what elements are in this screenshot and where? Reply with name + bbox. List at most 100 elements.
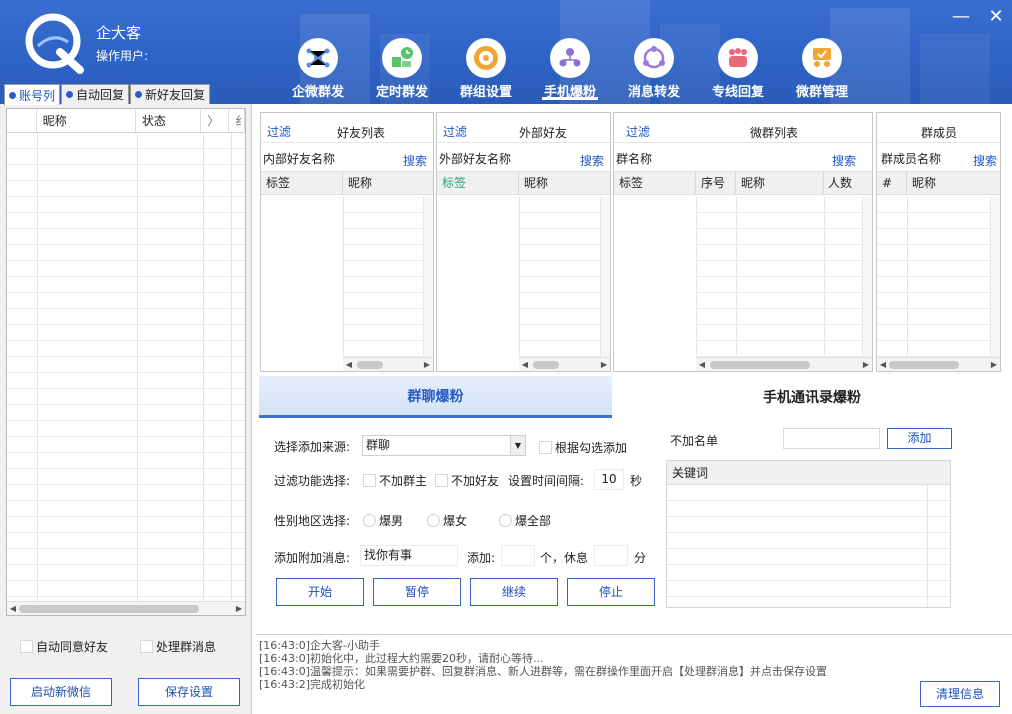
scroll-thumb[interactable]: [533, 361, 559, 369]
stop-button[interactable]: 停止: [567, 578, 655, 606]
no-owner-checkbox[interactable]: 不加群主: [363, 472, 427, 489]
external-friends-list[interactable]: [437, 197, 600, 357]
account-table[interactable]: 昵称 状态 〉 纟 ◀ ▶: [6, 108, 246, 616]
no-friend-checkbox[interactable]: 不加好友: [435, 472, 499, 489]
app-logo-icon: [25, 13, 84, 74]
tab-new-friend-reply[interactable]: 新好友回复: [130, 84, 211, 104]
tab-dot-icon: [9, 91, 16, 99]
tab-label: 自动回复: [76, 88, 125, 102]
col-nickname[interactable]: 昵称: [519, 172, 609, 194]
group-settings-icon: [466, 38, 506, 78]
col-extra-2[interactable]: 纟: [229, 109, 245, 132]
nav-message-forward[interactable]: 消息转发: [612, 38, 696, 104]
interval-input[interactable]: 10: [594, 469, 624, 490]
group-fans-form: 选择添加来源: 群聊 ▼ 根据勾选添加 过滤功能选择: 不加群主 不加好友 设置…: [259, 418, 1012, 632]
start-button[interactable]: 开始: [276, 578, 364, 606]
external-hscroll[interactable]: ◀ ▶: [519, 357, 610, 371]
chevron-down-icon[interactable]: ▼: [510, 436, 525, 455]
col-extra[interactable]: 〉: [201, 109, 230, 132]
minimize-button[interactable]: —: [950, 6, 972, 28]
blacklist-label: 不加名单: [670, 434, 719, 448]
members-search-button[interactable]: 搜索: [973, 152, 997, 169]
scroll-right-icon[interactable]: ▶: [421, 358, 433, 371]
tab-account-list[interactable]: 账号列: [4, 84, 61, 105]
scroll-left-icon[interactable]: ◀: [696, 358, 708, 371]
members-hscroll[interactable]: ◀ ▶: [877, 357, 1000, 371]
col-hash[interactable]: #: [877, 172, 907, 194]
blacklist-add-button[interactable]: 添加: [887, 428, 952, 449]
tab-contacts-fans[interactable]: 手机通讯录爆粉: [612, 376, 1012, 418]
female-radio[interactable]: 爆女: [427, 512, 467, 529]
col-tag[interactable]: 标签: [261, 172, 343, 194]
tab-group-chat-fans[interactable]: 群聊爆粉: [259, 376, 612, 418]
friends-vscroll[interactable]: [423, 197, 433, 357]
close-button[interactable]: ✕: [985, 6, 1007, 28]
col-tag[interactable]: 标签: [437, 172, 519, 194]
nav-mass-send[interactable]: 企微群发: [276, 38, 360, 104]
nav-group-manage[interactable]: 微群管理: [780, 38, 864, 104]
scroll-right-icon[interactable]: ▶: [988, 358, 1000, 371]
members-list[interactable]: [877, 197, 990, 357]
groups-list[interactable]: [614, 197, 862, 357]
scroll-right-icon[interactable]: ▶: [860, 358, 872, 371]
clear-log-button[interactable]: 清理信息: [920, 681, 1000, 707]
nav-dedicated-reply[interactable]: 专线回复: [696, 38, 780, 104]
external-vscroll[interactable]: [600, 197, 610, 357]
col-count[interactable]: 人数: [824, 172, 872, 194]
scroll-thumb[interactable]: [889, 361, 959, 369]
scroll-right-icon[interactable]: ▶: [598, 358, 610, 371]
nav-label: 企微群发: [291, 85, 344, 100]
pause-button[interactable]: 暂停: [373, 578, 461, 606]
friends-search-button[interactable]: 搜索: [403, 152, 427, 169]
friends-hscroll[interactable]: ◀ ▶: [343, 357, 433, 371]
groups-hscroll[interactable]: ◀ ▶: [696, 357, 872, 371]
nav-label: 定时群发: [375, 85, 428, 100]
col-nickname[interactable]: 昵称: [736, 172, 824, 194]
male-radio[interactable]: 爆男: [363, 512, 403, 529]
external-search-button[interactable]: 搜索: [580, 152, 604, 169]
keyword-list[interactable]: 关键词: [666, 460, 951, 608]
rest-minutes-input[interactable]: [594, 545, 628, 566]
scroll-right-icon[interactable]: ▶: [233, 602, 245, 615]
col-nickname[interactable]: 昵称: [343, 172, 433, 194]
col-index[interactable]: 序号: [696, 172, 736, 194]
col-nickname[interactable]: 昵称: [37, 109, 136, 132]
scroll-left-icon[interactable]: ◀: [519, 358, 531, 371]
handle-group-checkbox[interactable]: 处理群消息: [140, 638, 216, 655]
nav-group-settings[interactable]: 群组设置: [444, 38, 528, 104]
source-select[interactable]: 群聊 ▼: [362, 435, 526, 456]
source-label: 选择添加来源:: [274, 440, 351, 454]
all-radio[interactable]: 爆全部: [499, 512, 551, 529]
tab-auto-reply[interactable]: 自动回复: [61, 84, 130, 104]
friends-list[interactable]: [261, 197, 423, 357]
blacklist-input[interactable]: [783, 428, 880, 449]
col-status[interactable]: 状态: [136, 109, 202, 132]
groups-filter-link[interactable]: 过滤: [626, 123, 650, 140]
tab-dot-icon: [66, 91, 74, 98]
external-filter-link[interactable]: 过滤: [443, 123, 467, 140]
add-count-input[interactable]: [501, 545, 535, 566]
scroll-thumb[interactable]: [19, 605, 199, 613]
groups-vscroll[interactable]: [862, 197, 872, 357]
nav-scheduled-send[interactable]: 定时群发: [360, 38, 444, 104]
start-wechat-button[interactable]: 启动新微信: [10, 678, 112, 706]
save-settings-button[interactable]: 保存设置: [138, 678, 240, 706]
scroll-thumb[interactable]: [710, 361, 810, 369]
col-tag[interactable]: 标签: [614, 172, 696, 194]
members-vscroll[interactable]: [990, 197, 1000, 357]
scroll-left-icon[interactable]: ◀: [343, 358, 355, 371]
account-table-hscroll[interactable]: ◀ ▶: [7, 601, 245, 615]
scroll-thumb[interactable]: [357, 361, 383, 369]
col-nickname[interactable]: 昵称: [907, 172, 999, 194]
scroll-left-icon[interactable]: ◀: [877, 358, 889, 371]
groups-search-button[interactable]: 搜索: [832, 152, 856, 169]
gender-label: 性别地区选择:: [274, 514, 351, 528]
friends-filter-link[interactable]: 过滤: [267, 123, 291, 140]
by-check-checkbox[interactable]: 根据勾选添加: [539, 439, 627, 456]
resume-button[interactable]: 继续: [470, 578, 558, 606]
app-title: 企大客: [96, 24, 142, 42]
message-input[interactable]: 找你有事: [360, 545, 458, 566]
scroll-left-icon[interactable]: ◀: [7, 602, 19, 615]
nav-phone-fans[interactable]: 手机爆粉: [528, 38, 612, 104]
auto-accept-checkbox[interactable]: 自动同意好友: [20, 638, 108, 655]
